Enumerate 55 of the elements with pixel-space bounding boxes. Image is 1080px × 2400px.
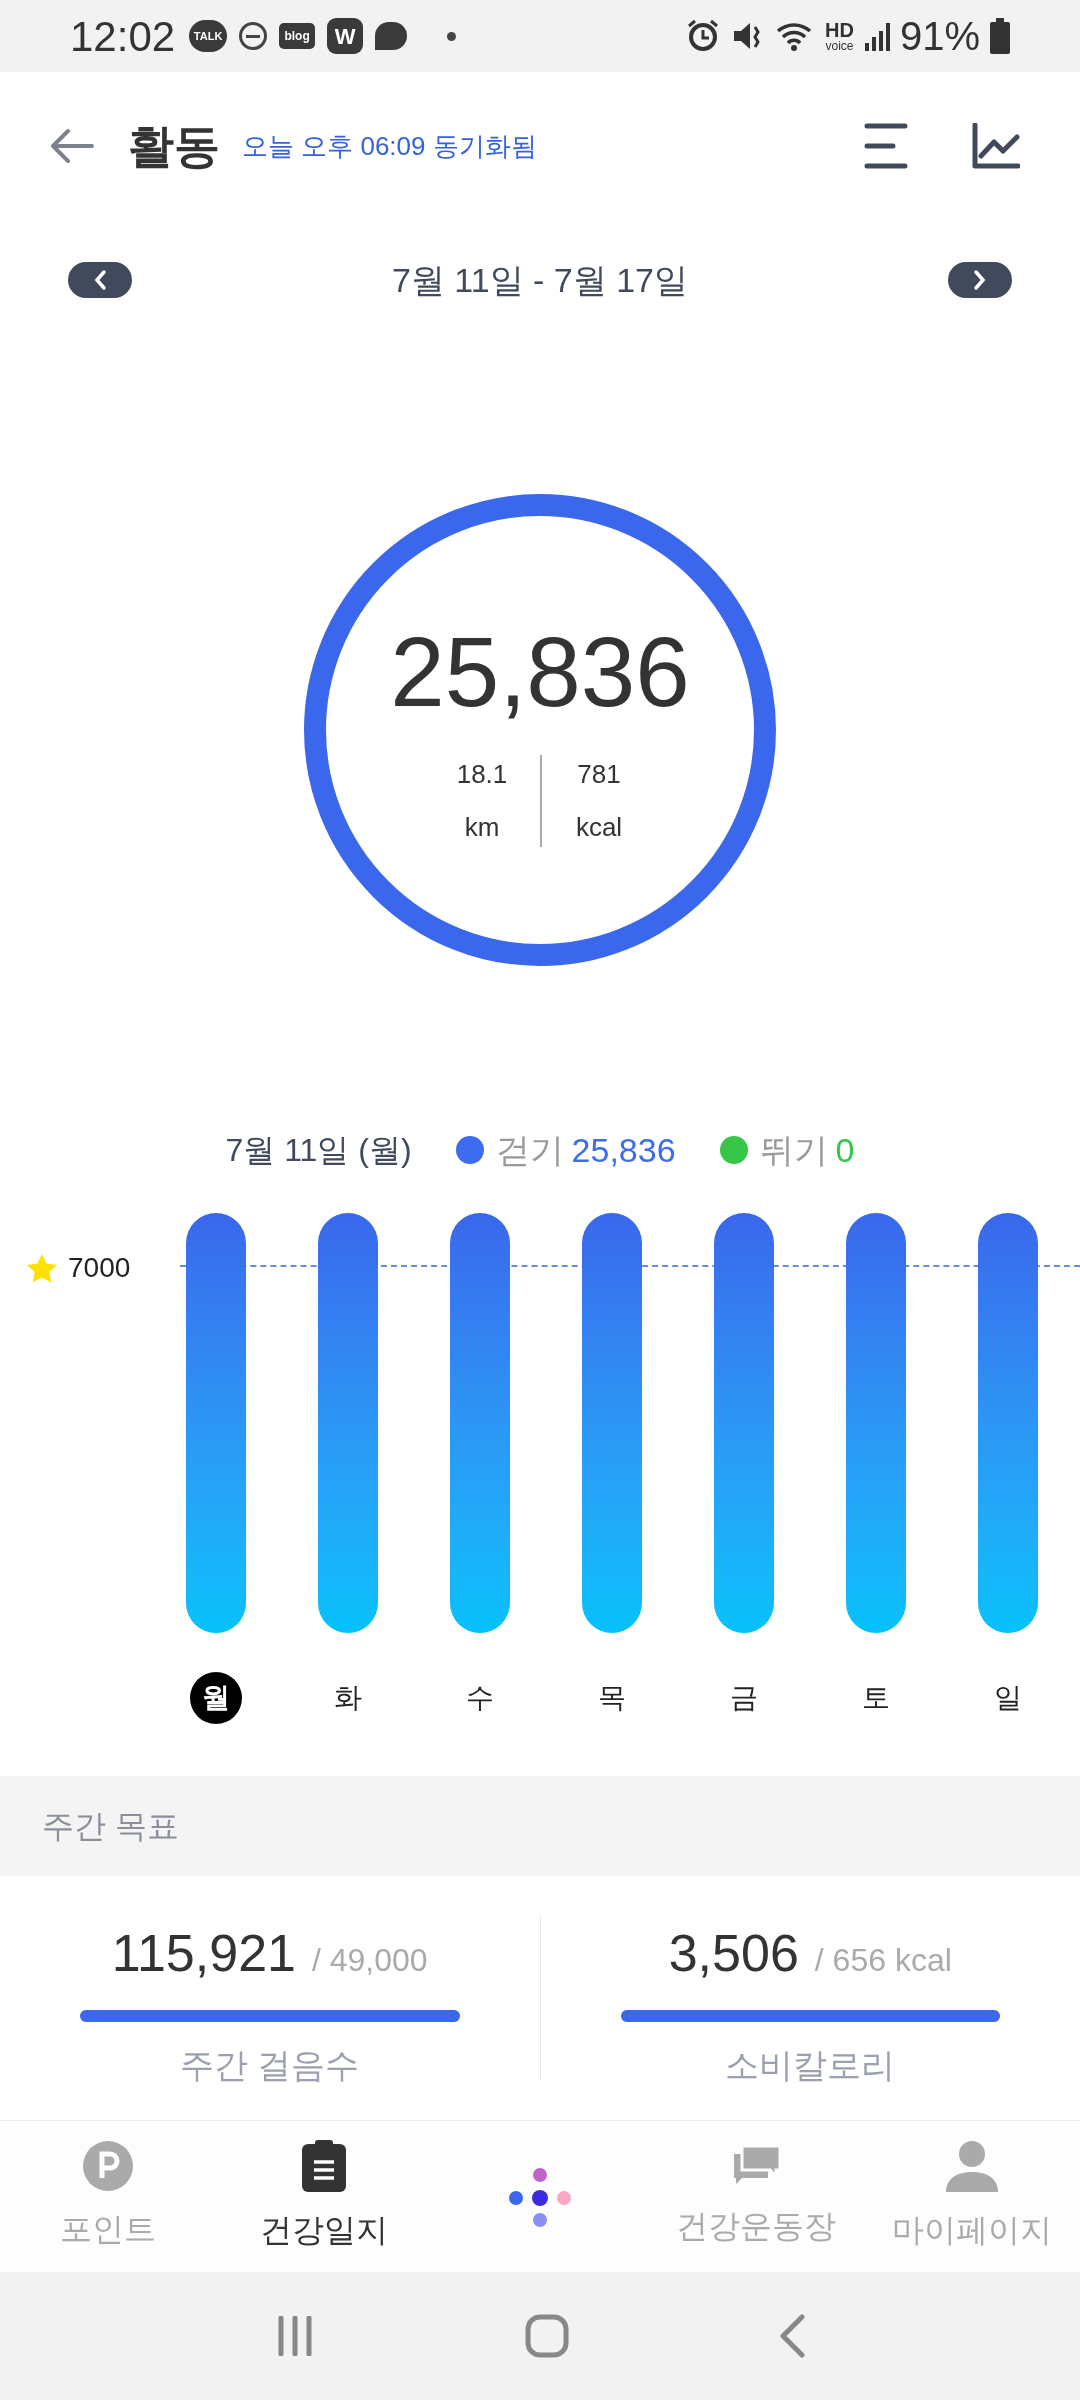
menu-icon[interactable] bbox=[864, 123, 908, 169]
goal-target-value: / 656 kcal bbox=[814, 1941, 952, 1980]
day-tab[interactable]: 토 bbox=[850, 1672, 902, 1724]
chevron-right-icon bbox=[973, 269, 987, 291]
legend-value: 0 bbox=[835, 1129, 855, 1171]
battery-icon bbox=[990, 18, 1010, 54]
legend-label: 걷기 bbox=[495, 1129, 564, 1171]
app-notification-icon: W bbox=[327, 18, 364, 54]
next-week-button[interactable] bbox=[948, 262, 1012, 298]
day-tab[interactable]: 목 bbox=[586, 1672, 638, 1724]
app-logo-icon bbox=[508, 2166, 572, 2227]
hd-voice-label: HD bbox=[825, 20, 854, 40]
goal-target-value: / 49,000 bbox=[311, 1941, 428, 1980]
day-tab[interactable]: 수 bbox=[454, 1672, 506, 1724]
home-icon[interactable] bbox=[525, 2314, 569, 2358]
section-title: 주간 목표 bbox=[42, 1807, 179, 1846]
back-arrow-icon[interactable] bbox=[50, 128, 94, 164]
day-tab[interactable]: 일 bbox=[982, 1672, 1034, 1724]
battery-percent: 91% bbox=[899, 13, 980, 60]
day-tab[interactable]: 월 bbox=[190, 1672, 242, 1724]
points-icon bbox=[83, 2140, 133, 2191]
day-tab[interactable]: 금 bbox=[718, 1672, 770, 1724]
star-icon bbox=[26, 1253, 58, 1283]
calories-unit: kcal bbox=[575, 811, 623, 844]
page-title: 활동 bbox=[128, 118, 220, 174]
legend-value: 25,836 bbox=[571, 1129, 676, 1171]
legend-label: 뛰기 bbox=[759, 1129, 828, 1171]
distance-value: 18.1 bbox=[456, 758, 508, 791]
sync-status: 오늘 오후 06:09 동기화됨 bbox=[242, 129, 537, 163]
do-not-disturb-icon bbox=[239, 22, 268, 50]
back-icon[interactable] bbox=[779, 2314, 805, 2358]
chat-notification-icon: TALK bbox=[189, 20, 228, 52]
more-notifications-icon bbox=[447, 31, 457, 41]
clipboard-icon bbox=[302, 2139, 346, 2192]
line-chart-icon[interactable] bbox=[972, 123, 1020, 169]
signal-icon bbox=[863, 21, 890, 51]
voice-label: voice bbox=[825, 40, 854, 52]
person-icon bbox=[946, 2139, 998, 2192]
goal-label: 소비칼로리 bbox=[725, 2045, 896, 2086]
blog-notification-icon: blog bbox=[279, 23, 316, 49]
nav-tab[interactable]: 건강일지 bbox=[216, 2121, 432, 2272]
speech-bubble-icon bbox=[375, 22, 408, 50]
goal-current-value: 3,506 bbox=[668, 1923, 799, 1984]
selected-date: 7월 11일 (월) bbox=[225, 1131, 412, 1170]
goal-label: 주간 걸음수 bbox=[180, 2045, 360, 2086]
distance-unit: km bbox=[464, 811, 500, 844]
previous-week-button[interactable] bbox=[68, 262, 132, 298]
date-range: 7월 11일 - 7월 17일 bbox=[391, 259, 688, 301]
calories-value: 781 bbox=[577, 758, 621, 791]
goal-current-value: 115,921 bbox=[111, 1923, 296, 1984]
day-tab[interactable]: 화 bbox=[322, 1672, 374, 1724]
chevron-left-icon bbox=[93, 269, 107, 291]
goal-value: 7000 bbox=[68, 1251, 131, 1285]
clock-time: 12:02 bbox=[70, 11, 176, 62]
step-count: 25,836 bbox=[390, 623, 690, 721]
